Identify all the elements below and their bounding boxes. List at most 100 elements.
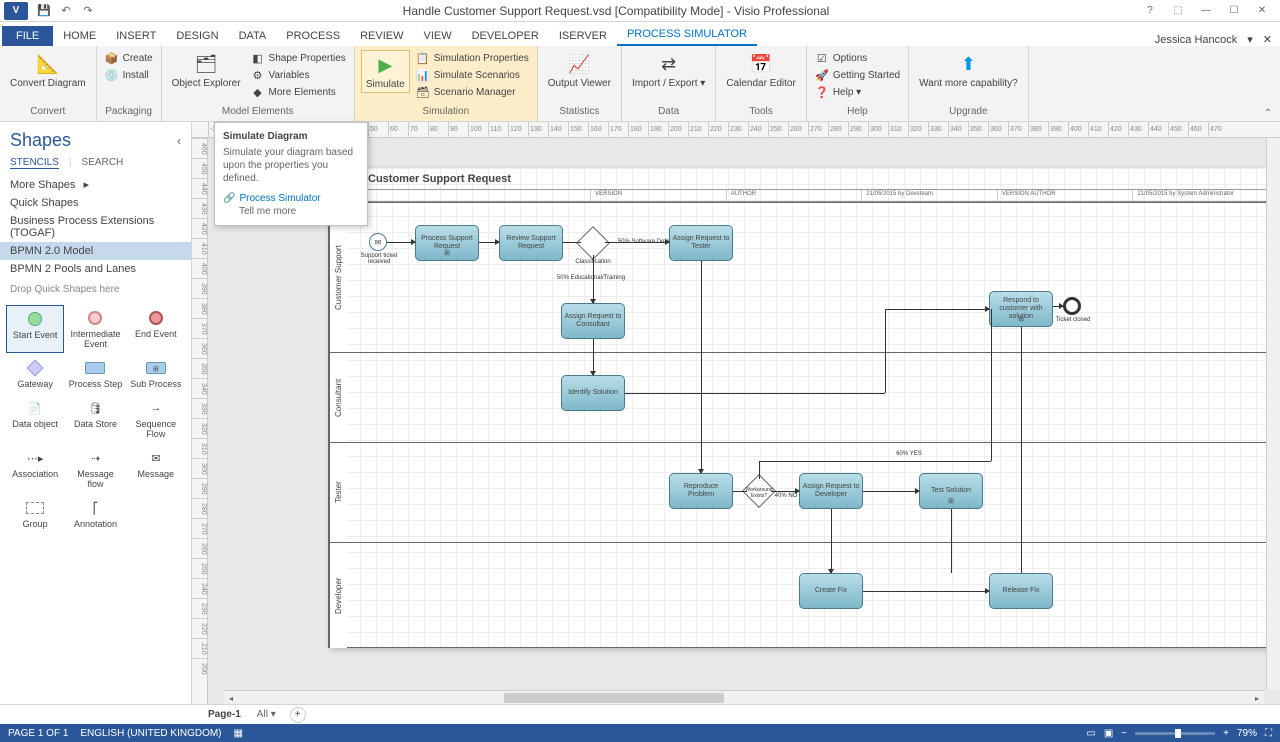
user-dropdown-icon[interactable]: ▾ <box>1247 33 1253 46</box>
tab-data[interactable]: DATA <box>229 26 277 46</box>
shape-intermediate-event[interactable]: Intermediate Event <box>66 305 124 353</box>
variables-button[interactable]: ⚙Variables <box>249 67 348 83</box>
scroll-thumb[interactable] <box>504 693 724 703</box>
import-export-button[interactable]: ⇄ Import / Export ▾ <box>628 50 709 91</box>
add-page-button[interactable]: + <box>290 707 306 723</box>
collapse-panel-icon[interactable]: ‹ <box>177 134 181 148</box>
shape-properties-button[interactable]: ◧Shape Properties <box>249 50 348 66</box>
convert-diagram-button[interactable]: 📐 Convert Diagram <box>6 50 90 91</box>
maximize-icon[interactable]: ☐ <box>1220 1 1248 21</box>
drawing-page[interactable]: Customer Support Request VERSION AUTHOR … <box>328 168 1268 648</box>
calendar-editor-button[interactable]: 📅 Calendar Editor <box>722 50 799 91</box>
scroll-left-icon[interactable]: ◂ <box>224 691 238 704</box>
view-normal-icon[interactable]: ▭ <box>1086 728 1095 739</box>
task-reproduce-problem[interactable]: Reproduce Problem <box>669 473 733 509</box>
save-icon[interactable]: 💾 <box>36 3 52 19</box>
scroll-right-icon[interactable]: ▸ <box>1250 691 1264 704</box>
shape-sequence-flow[interactable]: →Sequence Flow <box>127 395 185 443</box>
sim-scenarios-button[interactable]: 📊Simulate Scenarios <box>414 67 531 83</box>
task-process-request[interactable]: Process Support Request⊞ <box>415 225 479 261</box>
getting-started-button[interactable]: 🚀Getting Started <box>813 67 902 83</box>
shape-sub-process[interactable]: ⊞Sub Process <box>127 355 185 393</box>
tooltip-link[interactable]: 🔗Process Simulator <box>223 193 359 204</box>
collapse-ribbon-icon[interactable]: ⌃ <box>1264 108 1272 119</box>
shape-message-flow[interactable]: ⇢Message flow <box>66 445 124 493</box>
task-assign-tester[interactable]: Assign Request to Tester <box>669 225 733 261</box>
install-button[interactable]: 💿Install <box>103 67 155 83</box>
page-indicator[interactable]: PAGE 1 OF 1 <box>8 728 68 739</box>
redo-icon[interactable]: ↷ <box>80 3 96 19</box>
file-tab[interactable]: FILE <box>2 26 53 46</box>
tab-iserver[interactable]: ISERVER <box>549 26 617 46</box>
fit-window-icon[interactable]: ⛶ <box>1265 728 1272 739</box>
zoom-slider[interactable] <box>1135 732 1215 735</box>
close-icon[interactable]: ✕ <box>1248 1 1276 21</box>
shape-annotation[interactable]: ⎡Annotation <box>66 495 124 533</box>
task-assign-developer[interactable]: Assign Request to Developer <box>799 473 863 509</box>
tab-process[interactable]: PROCESS <box>276 26 350 46</box>
tab-process-simulator[interactable]: PROCESS SIMULATOR <box>617 24 757 46</box>
zoom-level[interactable]: 79% <box>1237 728 1257 739</box>
tab-developer[interactable]: DEVELOPER <box>462 26 549 46</box>
pool[interactable]: Customer Support Consultant Tester Devel… <box>328 202 1268 648</box>
task-release-fix[interactable]: Release Fix <box>989 573 1053 609</box>
task-create-fix[interactable]: Create Fix <box>799 573 863 609</box>
stencils-tab[interactable]: STENCILS <box>10 157 59 169</box>
stencil-bpmn-model[interactable]: BPMN 2.0 Model <box>0 242 191 260</box>
upgrade-button[interactable]: ⬆ Want more capability? <box>915 50 1022 91</box>
shape-start-event[interactable]: Start Event <box>6 305 64 353</box>
create-button[interactable]: 📦Create <box>103 50 155 66</box>
tab-home[interactable]: HOME <box>53 26 106 46</box>
more-elements-button[interactable]: ◆More Elements <box>249 84 348 100</box>
shape-data-store[interactable]: 🛢Data Store <box>66 395 124 443</box>
lane-consultant[interactable]: Consultant <box>329 353 1267 443</box>
lane-developer[interactable]: Developer <box>329 543 1267 648</box>
help-icon[interactable]: ? <box>1136 1 1164 21</box>
output-viewer-button[interactable]: 📈 Output Viewer <box>544 50 615 91</box>
options-button[interactable]: ☑Options <box>813 50 902 66</box>
zoom-out-icon[interactable]: − <box>1121 728 1127 739</box>
ribbon-options-icon[interactable]: ⬚ <box>1164 1 1192 21</box>
sim-properties-button[interactable]: 📋Simulation Properties <box>414 50 531 66</box>
shape-association[interactable]: ⋯▸Association <box>6 445 64 493</box>
view-presentation-icon[interactable]: ▣ <box>1104 728 1113 739</box>
horizontal-scrollbar[interactable]: ◂ ▸ <box>224 690 1264 704</box>
search-tab[interactable]: SEARCH <box>82 157 124 169</box>
shape-gateway[interactable]: Gateway <box>6 355 64 393</box>
shape-group[interactable]: Group <box>6 495 64 533</box>
scenario-manager-button[interactable]: 🗃Scenario Manager <box>414 84 531 100</box>
stencil-bpmn-pools[interactable]: BPMN 2 Pools and Lanes <box>0 260 191 278</box>
macro-icon[interactable]: ▦ <box>234 728 243 739</box>
user-name[interactable]: Jessica Hancock <box>1155 34 1238 46</box>
minimize-icon[interactable]: — <box>1192 1 1220 21</box>
page-tab-1[interactable]: Page-1 <box>200 707 249 722</box>
tab-review[interactable]: REVIEW <box>350 26 413 46</box>
task-review-request[interactable]: Review Support Request <box>499 225 563 261</box>
help-button[interactable]: ❓Help ▾ <box>813 84 902 100</box>
end-event[interactable] <box>1063 297 1081 315</box>
tab-design[interactable]: DESIGN <box>166 26 228 46</box>
vertical-scrollbar[interactable] <box>1266 138 1280 690</box>
doc-close-icon[interactable]: ✕ <box>1263 33 1272 46</box>
simulate-button[interactable]: ▶ Simulate <box>361 50 410 93</box>
task-identify-solution[interactable]: Identify Solution <box>561 375 625 411</box>
all-pages-dropdown[interactable]: All ▾ <box>257 709 276 720</box>
start-event[interactable]: ✉ <box>369 233 387 251</box>
tooltip-tell-me-more[interactable]: Tell me more <box>239 206 359 217</box>
shape-message[interactable]: ✉Message <box>127 445 185 493</box>
object-explorer-button[interactable]: 🗂 Object Explorer <box>168 50 245 91</box>
task-respond[interactable]: Respond to customer with solution⊞ <box>989 291 1053 327</box>
tab-view[interactable]: VIEW <box>413 26 461 46</box>
shape-process-step[interactable]: Process Step <box>66 355 124 393</box>
tab-insert[interactable]: INSERT <box>106 26 166 46</box>
shape-data-object[interactable]: 📄Data object <box>6 395 64 443</box>
undo-icon[interactable]: ↶ <box>58 3 74 19</box>
canvas-scroll[interactable]: Customer Support Request VERSION AUTHOR … <box>208 138 1280 704</box>
language-indicator[interactable]: ENGLISH (UNITED KINGDOM) <box>80 728 221 739</box>
stencil-togaf[interactable]: Business Process Extensions (TOGAF) <box>0 212 191 242</box>
zoom-in-icon[interactable]: + <box>1223 728 1229 739</box>
stencil-quick-shapes[interactable]: Quick Shapes <box>0 194 191 212</box>
task-test-solution[interactable]: Test Solution⊞ <box>919 473 983 509</box>
task-assign-consultant[interactable]: Assign Request to Consultant <box>561 303 625 339</box>
shape-end-event[interactable]: End Event <box>127 305 185 353</box>
